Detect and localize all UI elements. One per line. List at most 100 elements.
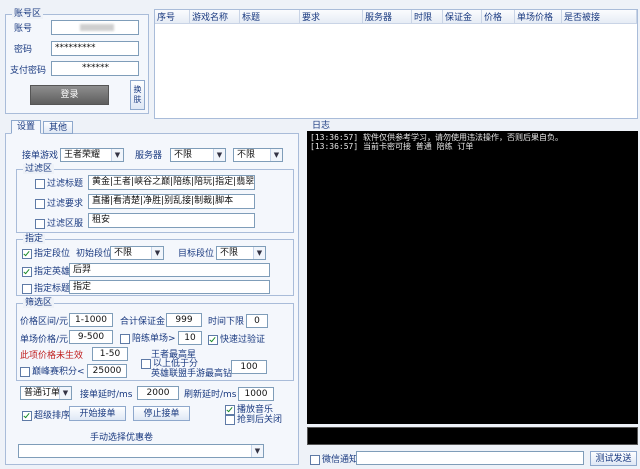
chevron-down-icon: ▼ — [213, 149, 225, 161]
col-deposit[interactable]: 保证金 — [442, 10, 482, 24]
filter-server-checkbox[interactable]: 过滤区服 — [35, 218, 83, 230]
log-input-bar[interactable] — [307, 427, 638, 445]
specify-hero-checkbox[interactable]: 指定英雄 — [22, 266, 70, 278]
checkbox-checked-icon — [22, 249, 32, 259]
filter-title-input[interactable]: 黄金|王者|峡谷之巅|陪练|陪玩|指定|翡翠 — [88, 175, 255, 190]
col-timelimit[interactable]: 时限 — [411, 10, 443, 24]
col-requirement[interactable]: 要求 — [299, 10, 363, 24]
refresh-delay-input[interactable]: 1000 — [238, 387, 274, 401]
deposit-label: 合计保证金 — [120, 317, 166, 327]
super-sort-checkbox[interactable]: 超级排序 — [22, 410, 70, 422]
server-select-2[interactable]: 不限 ▼ — [233, 148, 283, 162]
col-single-price[interactable]: 单场价格 — [514, 10, 562, 24]
king-fight-input[interactable]: 100 — [231, 360, 267, 374]
paypass-label: 支付密码 — [10, 66, 47, 76]
specify-rank-checkbox[interactable]: 指定段位 — [22, 248, 70, 260]
wechat-notify-checkbox[interactable]: 微信通知 — [310, 454, 358, 466]
game-select[interactable]: 王者荣耀 ▼ — [60, 148, 124, 162]
screen-group-title: 筛选区 — [23, 298, 55, 308]
paypass-field[interactable]: ****** — [51, 61, 139, 76]
coupon-select[interactable]: ▼ — [18, 444, 264, 458]
filter-requirement-input[interactable]: 直播|看清楚|净胜|别乱接|制裁|脚本 — [88, 194, 255, 209]
time-lower-input[interactable]: 0 — [246, 314, 268, 328]
order-table[interactable]: 序号 游戏名称 标题 要求 服务器 时限 保证金 价格 单场价格 是否被接 — [154, 9, 638, 119]
game-label: 接单游戏 — [22, 151, 59, 161]
checkbox-icon — [120, 334, 130, 344]
chevron-down-icon: ▼ — [59, 387, 71, 399]
specify-title-checkbox[interactable]: 指定标题 — [22, 283, 70, 295]
checkbox-icon — [35, 179, 45, 189]
server-select-1[interactable]: 不限 ▼ — [170, 148, 226, 162]
filter-title-checkbox[interactable]: 过滤标题 — [35, 178, 83, 190]
chevron-down-icon: ▼ — [251, 445, 263, 457]
target-rank-label: 目标段位 — [178, 249, 215, 259]
time-lower-label: 时间下限 — [208, 317, 245, 327]
price-not-effective-label: 此项价格未生效 — [20, 351, 84, 361]
login-button[interactable]: 登录 — [30, 85, 109, 105]
col-game[interactable]: 游戏名称 — [189, 10, 240, 24]
checkbox-checked-icon — [22, 267, 32, 277]
log-line: [13:36:57] 当前卡密可接 普通 陪练 订单 — [310, 142, 474, 151]
wechat-input[interactable] — [356, 451, 584, 465]
initial-rank-select[interactable]: 不限 ▼ — [110, 246, 164, 260]
log-console[interactable]: [13:36:57] 软件仅供参考学习，请勿使用违法操作，否则后果自负。 [13… — [307, 131, 638, 424]
stop-accept-button[interactable]: 停止接单 — [133, 406, 190, 421]
specify-group-title: 指定 — [23, 234, 46, 244]
test-send-button[interactable]: 测试发送 — [590, 451, 637, 466]
col-server[interactable]: 服务器 — [362, 10, 412, 24]
col-price[interactable]: 价格 — [481, 10, 515, 24]
order-table-header: 序号 游戏名称 标题 要求 服务器 时限 保证金 价格 单场价格 是否被接 — [155, 10, 637, 24]
switch-skin-button[interactable]: 换肤 — [130, 80, 145, 110]
specify-hero-input[interactable]: 后羿 — [69, 263, 270, 277]
price-not-effective-input[interactable]: 1-50 — [92, 347, 128, 361]
password-label: 密码 — [14, 45, 33, 55]
target-rank-select[interactable]: 不限 ▼ — [216, 246, 266, 260]
tab-other[interactable]: 其他 — [43, 121, 73, 134]
switch-skin-label: 换肤 — [133, 85, 142, 104]
price-range-label: 价格区间/元 — [20, 317, 69, 327]
account-label: 账号 — [14, 24, 33, 34]
col-taken[interactable]: 是否被接 — [561, 10, 637, 24]
accept-delay-label: 接单延时/ms — [80, 390, 133, 400]
start-accept-button[interactable]: 开始接单 — [69, 406, 126, 421]
price-range-input[interactable]: 1-1000 — [69, 313, 113, 327]
quick-verify-checkbox[interactable]: 快速过验证 — [208, 334, 265, 346]
peak-score-checkbox[interactable]: 巅峰赛积分< — [20, 366, 85, 378]
account-group-title: 账号区 — [12, 9, 44, 19]
close-after-checkbox[interactable]: 抢到后关闭 — [225, 414, 282, 426]
tab-settings[interactable]: 设置 — [11, 120, 41, 134]
king-fight-label: 英雄联盟手游最高钻 — [151, 369, 233, 379]
coach-single-input[interactable]: 10 — [178, 331, 202, 345]
peak-score-input[interactable]: 25000 — [87, 364, 127, 378]
coupon-label: 手动选择优惠卷 — [90, 433, 154, 443]
specify-title-input[interactable]: 指定 — [69, 280, 270, 294]
deposit-input[interactable]: 999 — [166, 313, 202, 327]
col-title[interactable]: 标题 — [239, 10, 300, 24]
checkbox-icon — [35, 219, 45, 229]
chevron-down-icon: ▼ — [270, 149, 282, 161]
paypass-value: ****** — [82, 63, 109, 73]
checkbox-icon — [141, 359, 151, 369]
chevron-down-icon: ▼ — [151, 247, 163, 259]
checkbox-icon — [310, 455, 320, 465]
accept-delay-input[interactable]: 2000 — [137, 386, 179, 400]
order-type-select[interactable]: 普通订单 ▼ — [20, 386, 72, 400]
tab-strip: 设置 其他 — [5, 120, 299, 134]
filter-server-input[interactable]: 租安 — [88, 213, 255, 228]
filter-group-title: 过滤区 — [23, 164, 55, 174]
order-table-grid: 序号 游戏名称 标题 要求 服务器 时限 保证金 价格 单场价格 是否被接 — [155, 10, 637, 24]
single-price-input[interactable]: 9-500 — [69, 330, 113, 344]
account-blurred — [80, 24, 114, 31]
single-price-label: 单场价格/元 — [20, 335, 69, 345]
initial-rank-label: 初始段位 — [76, 249, 113, 259]
col-index[interactable]: 序号 — [155, 10, 190, 24]
checkbox-icon — [225, 415, 235, 425]
refresh-delay-label: 刷新延时/ms — [184, 390, 237, 400]
coach-single-checkbox[interactable]: 陪练单场> — [120, 333, 176, 345]
checkbox-icon — [22, 284, 32, 294]
checkbox-checked-icon — [22, 411, 32, 421]
filter-requirement-checkbox[interactable]: 过滤要求 — [35, 198, 83, 210]
chevron-down-icon: ▼ — [111, 149, 123, 161]
password-field[interactable]: ********* — [51, 41, 139, 56]
account-field[interactable] — [51, 20, 139, 35]
